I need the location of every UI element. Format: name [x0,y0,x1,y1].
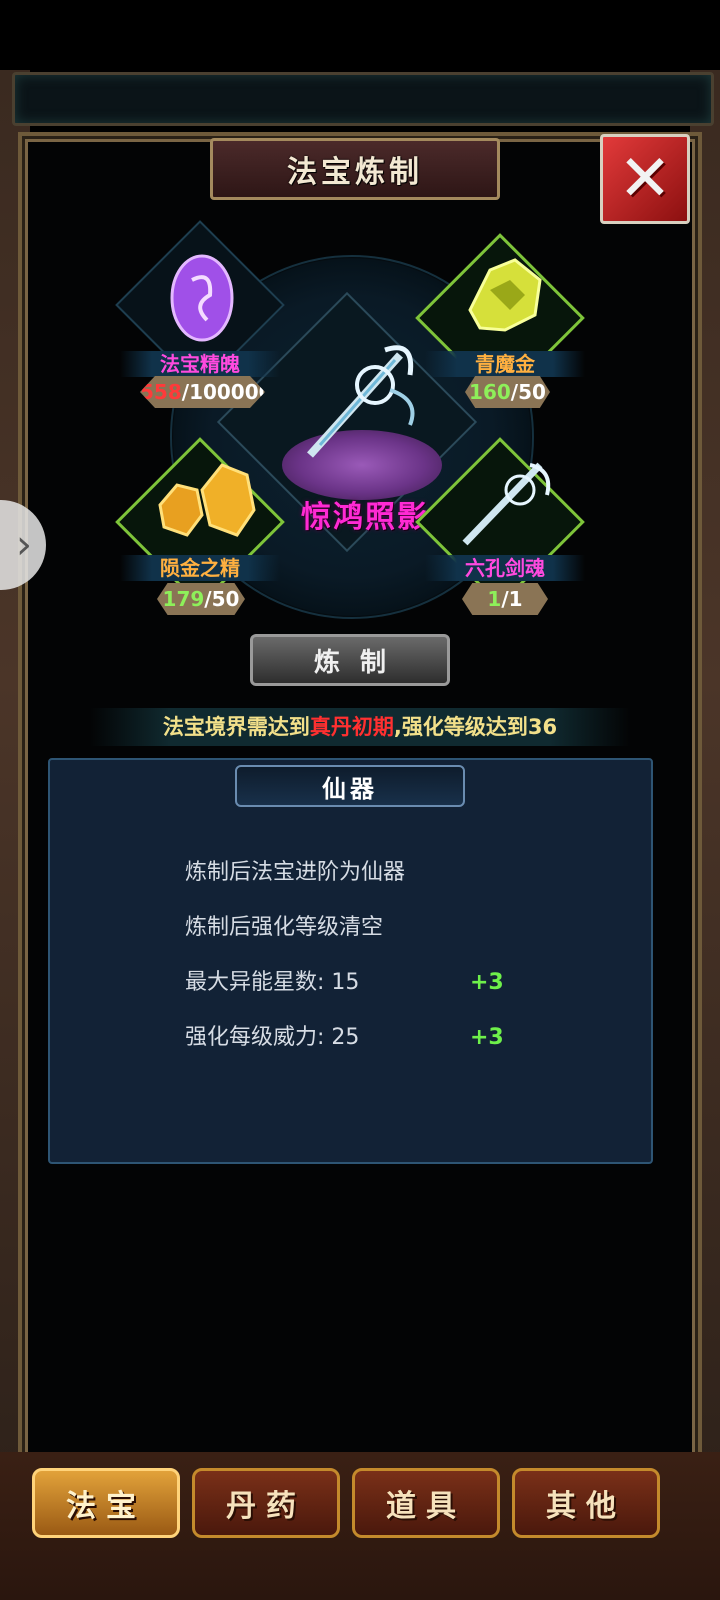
info-line: 炼制后法宝进阶为仙器 [185,860,406,885]
info-title-plate: 仙器 [235,765,465,807]
requirement-part-1: 法宝境界需达到 [162,715,310,739]
material-name-3: 陨金之精 [120,555,280,581]
tab-danyao[interactable]: 丹药 [192,1468,340,1538]
material-count-3: 179/50 [157,583,245,615]
info-line: 炼制后强化等级清空 [185,915,384,940]
tab-label: 法宝 [66,1489,146,1524]
purple-crystal-icon [170,254,234,342]
refine-button-label: 炼制 [313,647,406,678]
material-need-2: 50 [518,380,546,404]
material-count-2: 160/50 [465,376,550,408]
requirement-text: 法宝境界需达到真丹初期,强化等级达到36 [90,708,630,746]
material-name-1: 法宝精魄 [120,351,280,377]
sword-soul-icon [462,462,551,546]
close-icon: ✕ [618,142,672,216]
gold-ore-icon [158,463,256,537]
sword-icon [307,345,415,458]
material-count-4: 1/1 [462,583,548,615]
chevron-right-icon: › [16,522,32,568]
tab-daoju[interactable]: 道具 [352,1468,500,1538]
material-name-2: 青魔金 [425,351,585,377]
info-line: 强化每级威力: 25 [185,1025,360,1050]
requirement-realm: 真丹初期 [309,715,394,739]
requirement-part-3: ,强化等级达到36 [393,715,558,739]
info-bonus: +3 [470,970,504,995]
panel-title: 法宝炼制 [287,155,423,190]
title-plate: 法宝炼制 [210,138,500,200]
green-ore-icon [468,258,542,332]
header-strip [12,72,714,126]
material-need-3: 50 [211,587,240,611]
refine-button[interactable]: 炼制 [250,634,450,686]
close-button[interactable]: ✕ [600,134,690,224]
material-have-2: 160 [469,380,511,404]
material-count-1: 558/100000 [140,376,265,408]
tab-fabao[interactable]: 法宝 [32,1468,180,1538]
material-have-3: 179 [162,587,205,611]
tab-label: 道具 [386,1489,466,1524]
tab-label: 其他 [546,1489,626,1524]
material-need-4: 1 [508,587,523,611]
status-bar-area [0,0,720,70]
material-have-4: 1 [487,587,502,611]
tab-label: 丹药 [226,1489,306,1524]
tab-qita[interactable]: 其他 [512,1468,660,1538]
material-name-4: 六孔剑魂 [425,555,585,581]
info-line: 最大异能星数: 15 [185,970,360,995]
info-title: 仙器 [322,774,378,803]
upgrade-info-box [48,758,653,1164]
info-bonus: +3 [470,1025,504,1050]
